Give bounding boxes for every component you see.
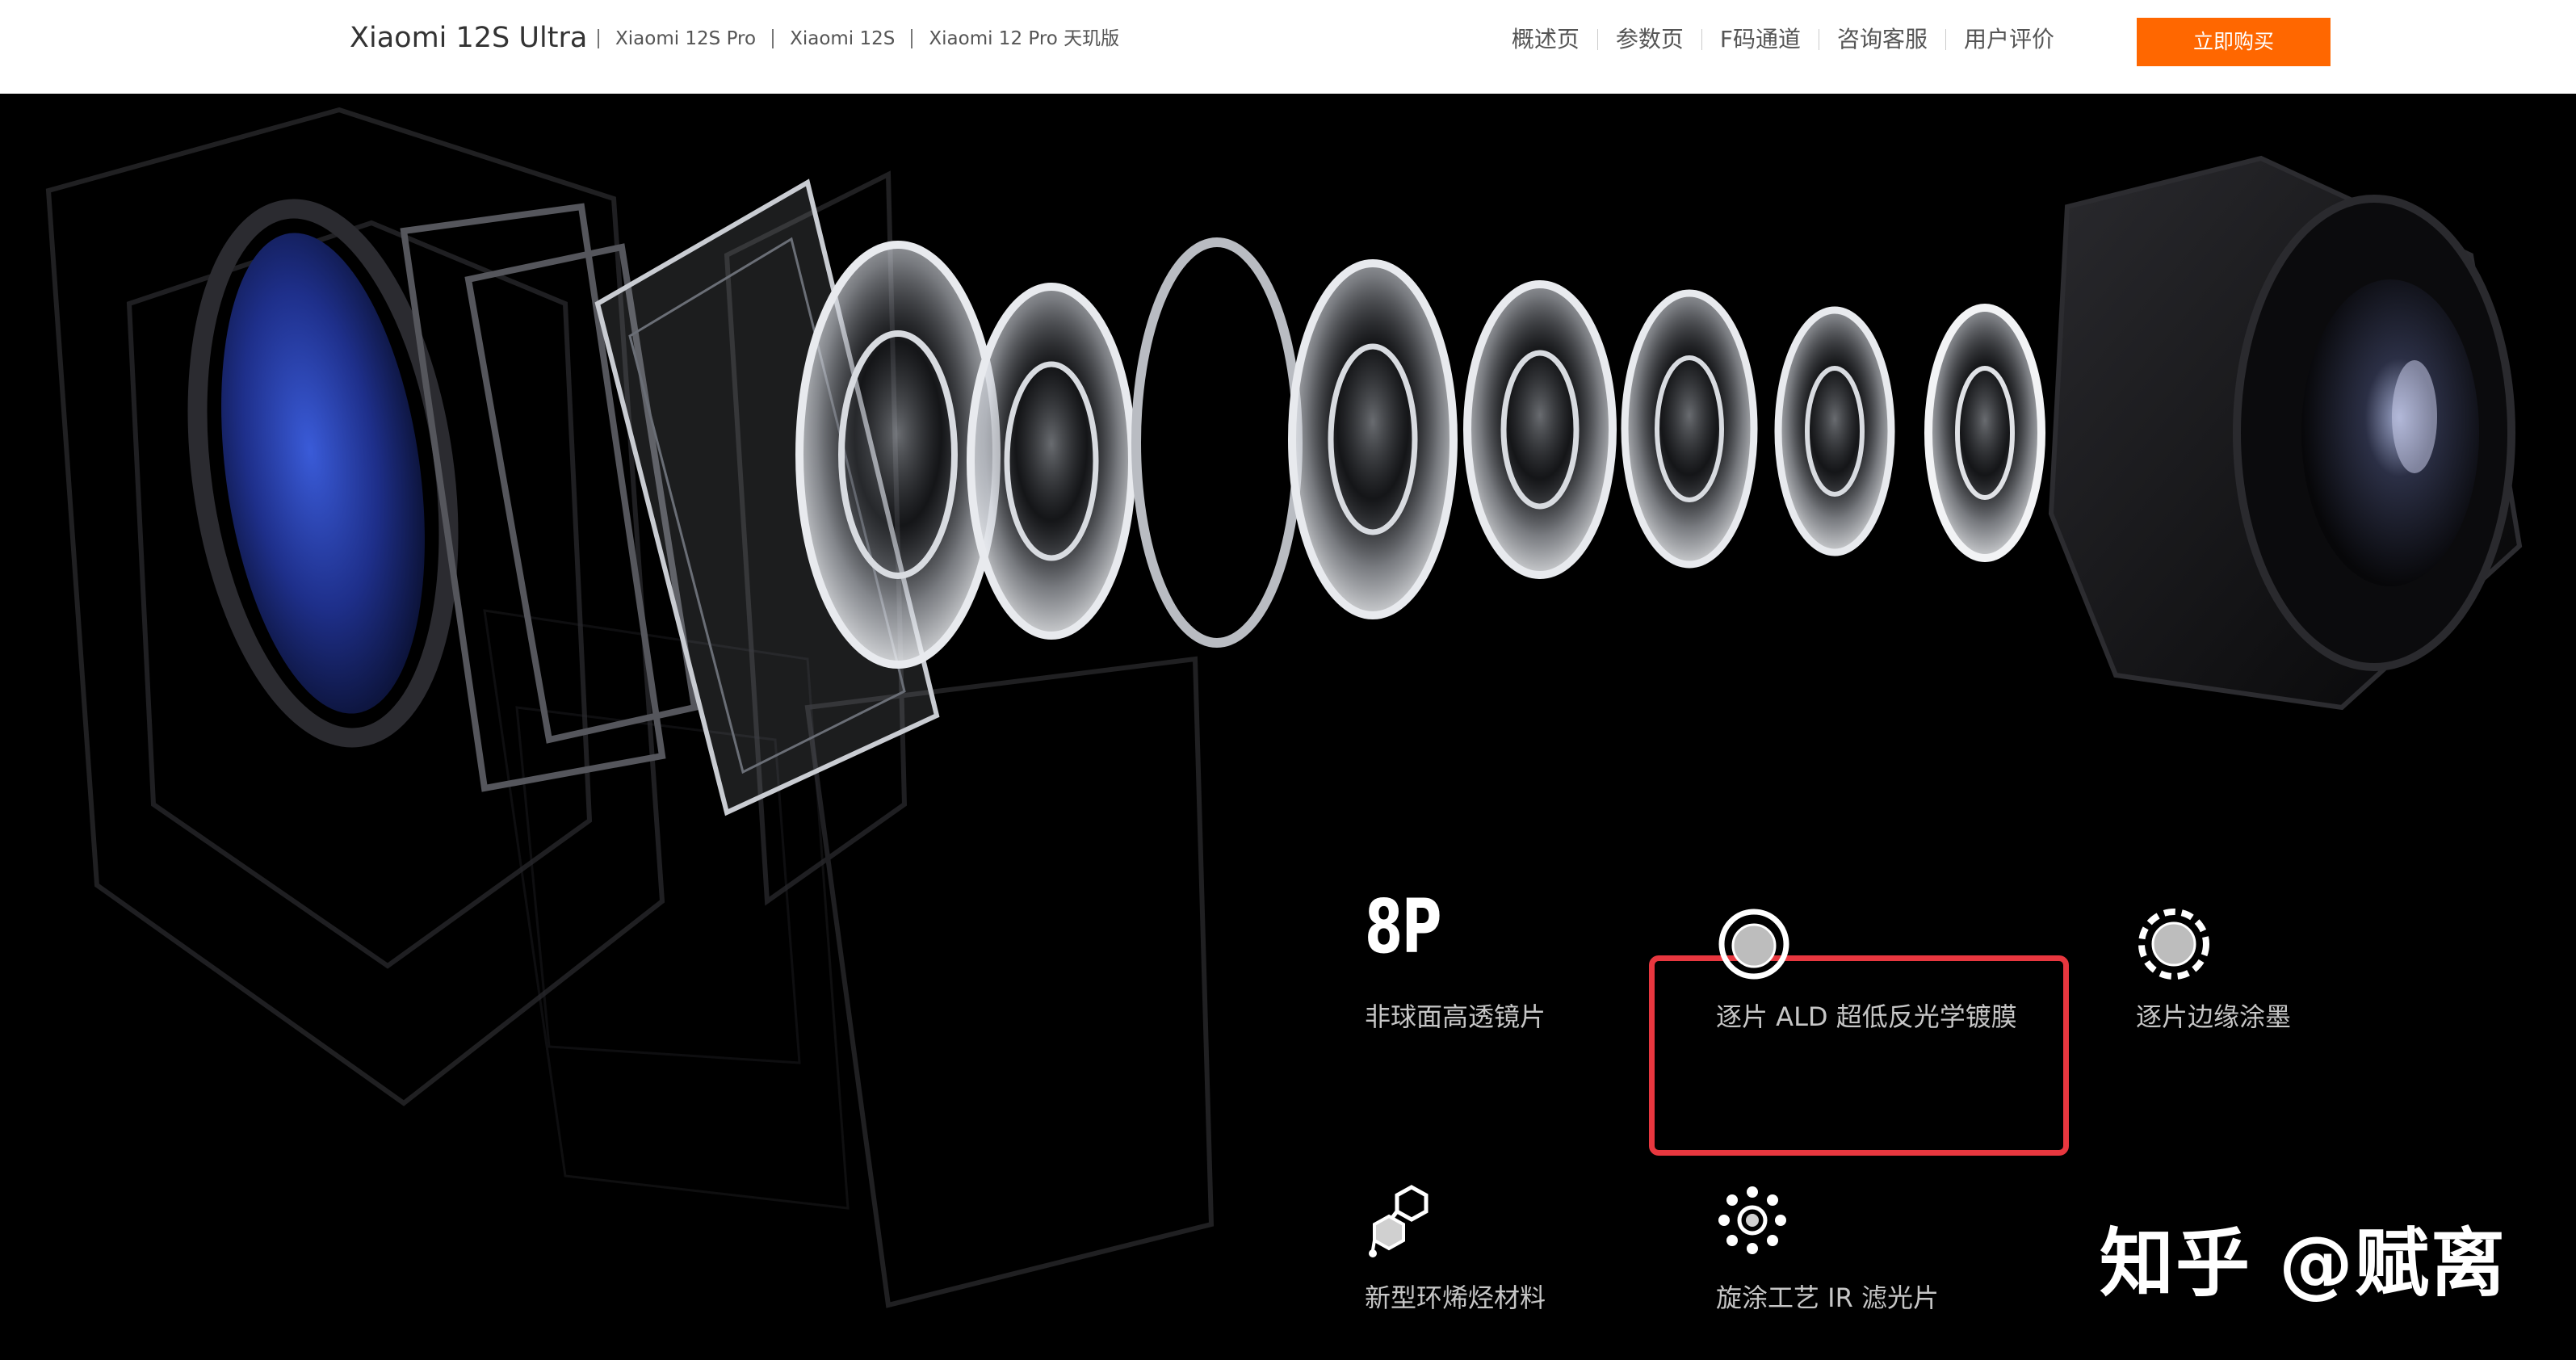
- model-link-12s-pro[interactable]: Xiaomi 12S Pro: [615, 24, 756, 53]
- top-nav-bar: Xiaomi 12S Ultra Xiaomi 12S Pro Xiaomi 1…: [0, 0, 2576, 94]
- lens-element: [1463, 280, 1617, 579]
- dot-cluster-icon: [1718, 1186, 1786, 1254]
- lens-ring-icon: [1718, 909, 1789, 980]
- page-nav: 概述页 参数页 F码通道 咨询客服 用户评价: [1512, 24, 2054, 55]
- feature-aspheric-lens: 8P 非球面高透镜片: [1365, 884, 1546, 1033]
- lens-exploded-illustration: [45, 107, 2523, 1308]
- feature-label: 逐片边缘涂墨: [2136, 1001, 2292, 1032]
- dashed-ring-icon: [2138, 909, 2209, 980]
- nav-overview[interactable]: 概述页: [1512, 24, 1580, 55]
- feature-label: 新型环烯烃材料: [1365, 1282, 1546, 1313]
- divider: [1945, 29, 1946, 50]
- lens-element: [1774, 306, 1895, 556]
- feature-label: 非球面高透镜片: [1365, 1001, 1546, 1032]
- model-link-12-pro-dimensity[interactable]: Xiaomi 12 Pro 天玑版: [929, 24, 1119, 53]
- nav-specs[interactable]: 参数页: [1616, 24, 1684, 55]
- divider: [1701, 29, 1702, 50]
- lens-element: [1924, 304, 2045, 562]
- nav-reviews[interactable]: 用户评价: [1964, 24, 2054, 55]
- nav-support[interactable]: 咨询客服: [1837, 24, 1928, 55]
- buy-now-button[interactable]: 立即购买: [2137, 18, 2331, 66]
- feature-label: 逐片 ALD 超低反光学镀膜: [1716, 1001, 2017, 1032]
- hexagon-molecule-icon: [1369, 1185, 1429, 1257]
- lens-element: [1288, 259, 1458, 619]
- divider: [772, 29, 774, 48]
- divider: [1596, 29, 1598, 50]
- model-links: Xiaomi 12S Pro Xiaomi 12S Xiaomi 12 Pro …: [581, 24, 1119, 53]
- hero-section: [0, 94, 2576, 1360]
- 8p-icon: 8P: [1365, 884, 1441, 970]
- brand-title[interactable]: Xiaomi 12S Ultra: [350, 19, 587, 57]
- model-link-12s[interactable]: Xiaomi 12S: [790, 24, 895, 53]
- nav-f-code[interactable]: F码通道: [1720, 24, 1801, 55]
- feature-label: 旋涂工艺 IR 滤光片: [1716, 1282, 1940, 1313]
- watermark: 知乎 @赋离: [2100, 1220, 2507, 1307]
- lens-element: [967, 283, 1136, 640]
- lens-element: [1621, 289, 1758, 569]
- highlight-box: [1649, 955, 2069, 1156]
- lens-barrel: [2048, 155, 2523, 711]
- divider: [598, 29, 599, 48]
- divider: [911, 29, 913, 48]
- spacer-ring: [1131, 237, 1303, 648]
